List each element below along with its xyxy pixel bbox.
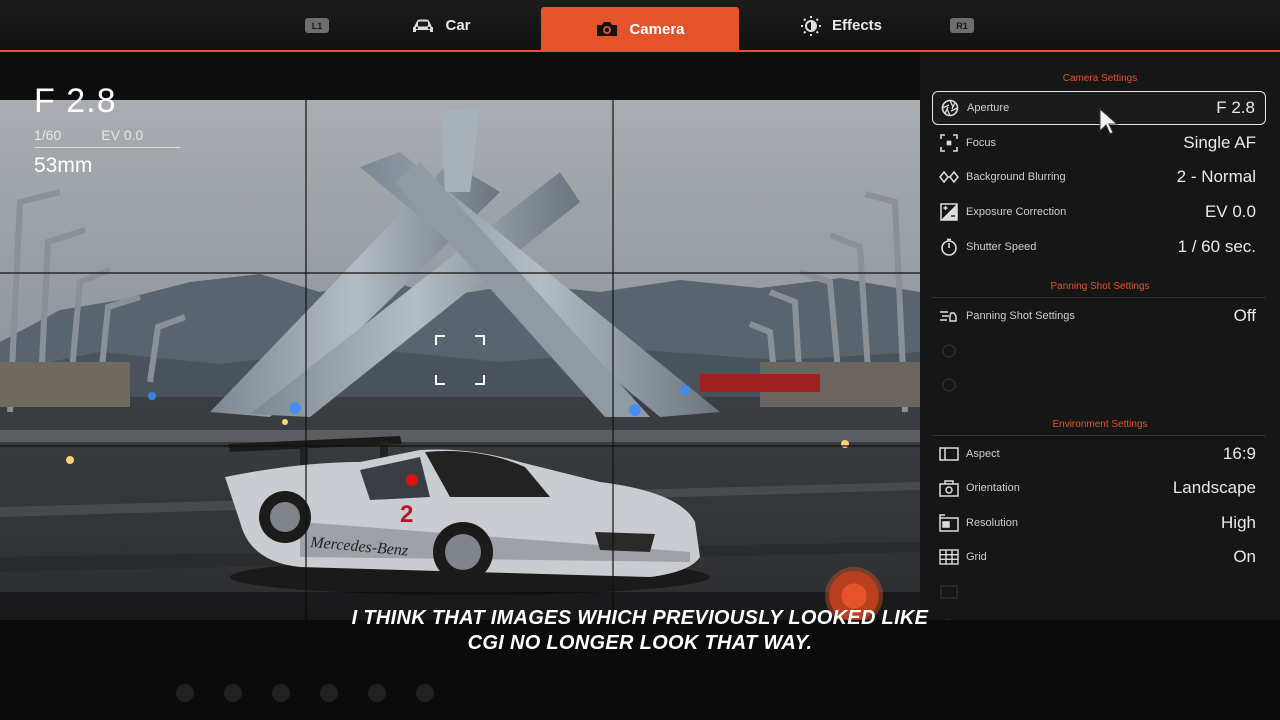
setting-orientation-value: Landscape [1172,478,1256,497]
orientation-icon [932,479,966,497]
hud-ev: EV 0.0 [101,127,144,143]
hud-aperture: F 2.8 [34,82,117,120]
brightness-icon [800,15,821,36]
subtitle-line-1: I THINK THAT IMAGES WHICH PREVIOUSLY LOO… [351,607,929,629]
focus-icon [932,134,966,152]
camera-settings-title: Camera Settings [1062,73,1138,84]
tab-effects-label: Effects [831,17,883,34]
setting-shutter-speed[interactable]: Shutter Speed 1 / 60 sec. [932,230,1266,264]
r1-shoulder-badge[interactable]: R1 [950,18,974,33]
tab-effects[interactable]: Effects [795,0,887,51]
exposure-hud: F 2.8 1/60 EV 0.0 53mm [34,82,180,178]
exposure-icon [932,203,966,221]
subtitle-caption: I THINK THAT IMAGES WHICH PREVIOUSLY LOO… [230,606,1050,656]
setting-resolution-value: High [1221,513,1256,532]
disabled-setting-icon [932,343,966,359]
timer-icon [932,238,966,256]
setting-disabled-2 [932,368,1266,402]
setting-disabled-1 [932,334,1266,368]
aspect-icon [932,446,966,462]
car-icon [413,19,434,32]
setting-background-blurring[interactable]: Background Blurring 2 - Normal [932,160,1266,194]
hint-button-icon [176,684,194,702]
hint-button-icon [272,684,290,702]
tab-car-label: Car [445,17,471,34]
setting-aspect-label: Aspect [966,448,1000,460]
hint-6 [416,684,434,702]
hint-button-icon [416,684,434,702]
top-tab-bar: L1 Car Camera Effects R1 [0,0,1280,52]
settings-panel: Camera Settings Aperture F 2.8 Focus Sin… [920,52,1280,652]
tab-camera[interactable]: Camera [541,7,739,51]
hint-4 [320,684,338,702]
setting-shutter-speed-value: 1 / 60 sec. [1177,237,1256,256]
hint-1 [176,684,194,702]
setting-orientation-label: Orientation [966,482,1020,494]
svg-text:2: 2 [400,501,413,528]
environment-section-divider [932,435,1266,436]
environment-settings-title: Environment Settings [1052,419,1148,430]
setting-panning-shot-value: Off [1233,306,1256,325]
setting-focus-label: Focus [966,137,996,149]
hint-button-icon [368,684,386,702]
setting-disabled-3 [932,575,1266,609]
setting-orientation[interactable]: Orientation Landscape [932,471,1266,505]
blur-icon [932,169,966,185]
hint-button-icon [224,684,242,702]
setting-resolution[interactable]: Resolution High [932,506,1266,540]
setting-exposure-correction[interactable]: Exposure Correction EV 0.0 [932,195,1266,229]
panning-section-divider [932,297,1266,298]
setting-exposure-correction-value: EV 0.0 [1204,202,1256,221]
panning-icon [932,308,966,324]
hud-shutter: 1/60 [34,127,62,143]
camera-viewfinder[interactable]: Mercedes-Benz 2 F 2.8 1/60 EV 0.0 53mm [0,52,920,620]
hint-2 [224,684,242,702]
setting-grid[interactable]: Grid On [932,540,1266,574]
setting-focus-value: Single AF [1183,133,1256,152]
setting-panning-shot[interactable]: Panning Shot Settings Off [932,299,1266,333]
disabled-setting-icon [932,377,966,393]
panning-settings-title: Panning Shot Settings [1050,281,1150,292]
setting-aperture-label: Aperture [967,102,1010,114]
l1-shoulder-badge[interactable]: L1 [305,18,329,33]
setting-grid-label: Grid [966,551,987,563]
tab-car[interactable]: Car [395,0,487,51]
setting-grid-value: On [1233,547,1256,566]
hint-button-icon [320,684,338,702]
setting-panning-shot-label: Panning Shot Settings [966,310,1075,322]
setting-aspect-value: 16:9 [1222,444,1256,463]
resolution-icon [932,514,966,532]
camera-icon [597,22,618,36]
setting-background-blurring-label: Background Blurring [966,171,1066,183]
hud-focal-length: 53mm [34,154,93,177]
mouse-cursor-icon [1099,107,1119,135]
aperture-icon [933,99,967,117]
setting-exposure-correction-label: Exposure Correction [966,206,1067,218]
disabled-setting-icon [932,585,966,599]
subtitle-line-2: CGI NO LONGER LOOK THAT WAY. [467,632,813,654]
setting-aspect[interactable]: Aspect 16:9 [932,437,1266,471]
hint-3 [272,684,290,702]
setting-shutter-speed-label: Shutter Speed [966,241,1037,253]
hint-5 [368,684,386,702]
setting-aperture-value: F 2.8 [1216,98,1255,117]
focus-point-bracket[interactable] [435,335,485,385]
grid-icon [932,549,966,565]
tab-camera-label: Camera [629,20,685,38]
button-hints [176,684,434,702]
setting-resolution-label: Resolution [966,517,1018,529]
setting-background-blurring-value: 2 - Normal [1176,167,1256,186]
